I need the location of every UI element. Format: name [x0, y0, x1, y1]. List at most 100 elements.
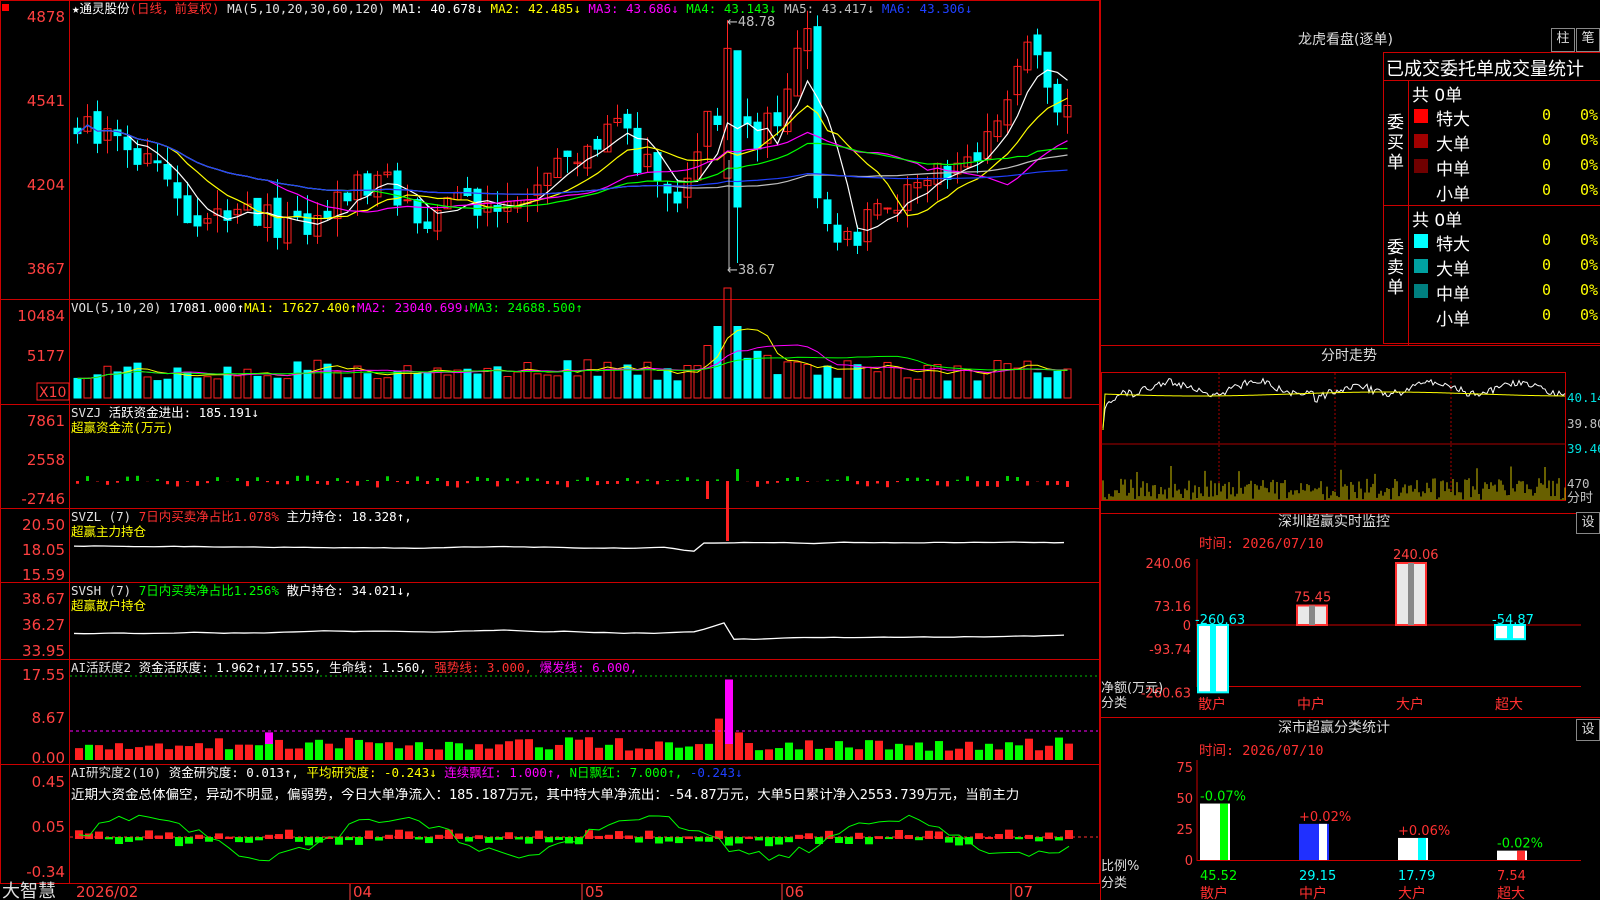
research-bar	[295, 837, 303, 842]
research-bar	[75, 830, 83, 839]
candle-body	[623, 113, 632, 129]
sz-bar-label: 75.45	[1294, 591, 1331, 606]
ai2-r5: -0.243↓	[689, 765, 743, 780]
sz-tick: -93.74	[1149, 643, 1191, 658]
legend-swatch	[1414, 309, 1428, 323]
vol-tick: 10484	[17, 307, 65, 325]
activity-bar	[675, 747, 683, 760]
ma1-value: MA1: 40.678↓	[392, 1, 484, 16]
fl-pct-label: -0.07%	[1200, 790, 1246, 805]
main-header: ★通灵股份(日线，前复权) MA(5,10,20,30,60,120) MA1:…	[72, 1, 972, 16]
flow-bar	[426, 481, 429, 484]
volume-bar	[443, 374, 452, 399]
activity-bar	[505, 741, 513, 760]
activity-bar	[1035, 750, 1043, 760]
volume-bar	[383, 377, 392, 399]
flow-bar	[736, 469, 739, 481]
volume-bar	[793, 361, 802, 399]
research-bar	[465, 837, 473, 842]
activity-bar	[285, 748, 293, 760]
candle-body	[883, 207, 892, 210]
svzj-header: SVZJ 活跃资金进出: 185.191↓ 超赢资金流(万元)	[71, 405, 259, 435]
activity-bar	[975, 749, 983, 760]
candle-body	[563, 150, 572, 157]
activity-bar	[395, 748, 403, 760]
order-pct: 0%	[1580, 306, 1599, 324]
activity-bar	[1065, 743, 1073, 760]
fl-category: 散户	[1200, 885, 1228, 900]
volume-bar	[393, 370, 402, 399]
candle-body	[713, 115, 722, 125]
candle-body	[193, 215, 202, 227]
flow-bar	[86, 476, 89, 481]
flow-bar	[236, 478, 239, 481]
svzj-value: 185.191↓	[198, 405, 259, 420]
stock-name[interactable]: ★通灵股份	[72, 1, 130, 16]
fl-value: 29.15	[1299, 869, 1336, 884]
activity-bar	[935, 741, 943, 760]
chart-mode[interactable]: (日线，前复权)	[130, 1, 220, 16]
activity-bar	[145, 745, 153, 760]
flow-bar	[346, 481, 349, 483]
activity-bar	[795, 749, 803, 760]
activity-bar	[215, 738, 223, 760]
fl-bar-accent	[1517, 850, 1525, 860]
sz-monitor-chart: 240.06 73.16 0 -93.74 -260.63-260.63 散户 75.45 中…	[1101, 548, 1581, 713]
research-bar	[405, 831, 413, 839]
volume-bar	[293, 361, 302, 399]
sz-bar-core	[1309, 605, 1315, 625]
ai2-head: AI研究度2(10)	[71, 765, 162, 780]
activity-bar	[1025, 738, 1033, 760]
flow-bar	[116, 481, 119, 483]
ma-line	[77, 124, 1068, 195]
activity-burst	[725, 679, 733, 744]
vol-unit: X10	[39, 385, 66, 401]
candle-body	[463, 187, 472, 197]
volume-bar	[763, 354, 772, 399]
date-label: 06	[785, 883, 804, 900]
research-bar	[645, 830, 653, 839]
research-bar	[705, 837, 713, 842]
ma4-value: MA4: 43.143↓	[686, 1, 777, 16]
research-bar	[955, 837, 963, 846]
tab-bar[interactable]: 柱	[1551, 28, 1575, 52]
price-tick: 3867	[27, 260, 65, 278]
tab-tick[interactable]: 笔	[1576, 28, 1600, 52]
candle-body	[1033, 34, 1042, 56]
activity-bar	[375, 743, 383, 760]
flow-bar	[756, 481, 759, 487]
volume-bar	[703, 344, 712, 399]
activity-bar	[235, 744, 243, 760]
flow-bar	[486, 478, 489, 481]
flow-bar	[1016, 477, 1019, 481]
volume-bar	[733, 326, 742, 399]
vol-ma3: MA3: 24688.500↑	[469, 300, 583, 315]
flow-bar	[886, 481, 889, 488]
flow-bar	[386, 476, 389, 481]
retail-holding-line	[73, 622, 1065, 641]
activity-bar	[985, 743, 993, 760]
flow-bar	[266, 481, 269, 483]
ai2-tick: 0.05	[32, 818, 65, 836]
ai1-tick: 0.00	[32, 749, 65, 767]
flow-bar	[456, 481, 459, 488]
research-bar	[865, 837, 873, 845]
activity-bar	[775, 748, 783, 760]
research-bar	[525, 837, 533, 844]
volume-bar	[253, 375, 262, 399]
intraday-chart[interactable]	[1101, 368, 1600, 513]
ai1-life: 生命线: 1.560,	[329, 660, 427, 675]
volume-bar	[933, 364, 942, 399]
date-label: 04	[353, 883, 372, 900]
research-bar	[565, 837, 573, 844]
low-marker: ←38.67	[727, 263, 775, 278]
flow-bar	[1026, 481, 1029, 486]
volume-bar	[533, 373, 542, 399]
flow-bar	[446, 481, 449, 487]
volume-bar	[303, 369, 312, 399]
activity-bar	[925, 750, 933, 760]
activity-bar	[305, 742, 313, 760]
svsh-pct: 7日内买卖净占比1.256%	[138, 583, 279, 598]
research-bar	[655, 837, 663, 844]
activity-bar	[765, 749, 773, 760]
